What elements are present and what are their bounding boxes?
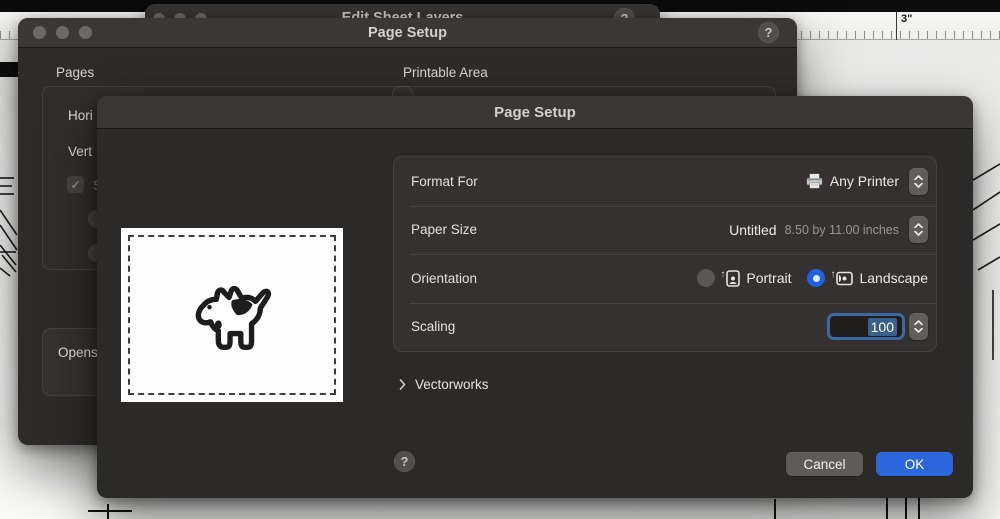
- ruler-3inch-line: [896, 12, 897, 40]
- canvas-drawing-lines-bottom: [0, 495, 1000, 519]
- paper-size-row: Paper Size Untitled 8.50 by 11.00 inches: [394, 206, 936, 255]
- format-for-value: Any Printer: [830, 173, 899, 189]
- cancel-button[interactable]: Cancel: [786, 452, 863, 476]
- format-for-dropdown[interactable]: Any Printer: [805, 168, 928, 195]
- landscape-radio-selected[interactable]: [807, 269, 825, 287]
- dialog-title: Page Setup: [368, 25, 447, 41]
- page-setup-dialog: Page Setup Format For Any Printer: [97, 96, 973, 498]
- portrait-radio-option[interactable]: ↑ Portrait: [697, 269, 791, 288]
- title-bar: Page Setup: [97, 96, 973, 129]
- vertical-label-fragment: Vert: [68, 144, 92, 159]
- page-preview: [121, 228, 343, 402]
- printer-icon: [805, 172, 824, 190]
- landscape-label: Landscape: [859, 270, 928, 286]
- portrait-label: Portrait: [746, 270, 791, 286]
- portrait-radio[interactable]: [697, 269, 715, 287]
- disclosure-chevron-icon: [399, 379, 406, 390]
- paper-size-dropdown[interactable]: Untitled 8.50 by 11.00 inches: [729, 216, 928, 243]
- checkmark-icon: ✓: [70, 178, 80, 192]
- help-icon[interactable]: ?: [758, 22, 779, 43]
- scaling-row: Scaling 100: [394, 303, 936, 352]
- up-arrow-glyph: ↑: [720, 269, 725, 280]
- zoom-button[interactable]: [79, 26, 92, 39]
- stepper-chevrons-icon[interactable]: [909, 168, 928, 195]
- landscape-radio-option[interactable]: ↑ Landscape: [807, 269, 928, 288]
- horizontal-label-fragment: Hori: [68, 108, 93, 123]
- landscape-page-icon: [836, 270, 853, 287]
- help-icon[interactable]: ?: [394, 451, 415, 472]
- ruler-3inch-label: 3": [901, 13, 912, 25]
- paper-size-value: Untitled: [729, 222, 776, 238]
- format-for-label: Format For: [411, 174, 478, 189]
- scaling-input[interactable]: 100: [827, 313, 905, 340]
- title-bar: Page Setup: [18, 18, 797, 48]
- orientation-row: Orientation ↑ Portrait ↑: [394, 254, 936, 303]
- portrait-page-icon: [726, 270, 740, 287]
- vectorworks-disclosure[interactable]: Vectorworks: [399, 377, 489, 392]
- window-controls: [33, 26, 92, 39]
- paper-size-label: Paper Size: [411, 222, 477, 237]
- minimize-button[interactable]: [56, 26, 69, 39]
- dog-preview-icon: [183, 272, 281, 358]
- scaling-label: Scaling: [411, 319, 455, 334]
- checkbox-checked[interactable]: ✓: [67, 176, 84, 193]
- ok-button[interactable]: OK: [876, 452, 953, 476]
- close-button[interactable]: [33, 26, 46, 39]
- printable-area-section-label: Printable Area: [403, 65, 488, 80]
- stepper-chevrons-icon[interactable]: [909, 313, 928, 340]
- stepper-chevrons-icon[interactable]: [909, 216, 928, 243]
- orientation-label: Orientation: [411, 271, 477, 286]
- dialog-title: Page Setup: [494, 104, 576, 121]
- pages-section-label: Pages: [56, 65, 94, 80]
- settings-panel: Format For Any Printer Paper Size: [393, 156, 937, 352]
- scaling-value-selected: 100: [868, 318, 897, 336]
- format-for-row: Format For Any Printer: [394, 157, 936, 206]
- paper-size-dimensions: 8.50 by 11.00 inches: [785, 223, 899, 237]
- up-arrow-glyph: ↑: [830, 269, 835, 280]
- disclosure-label: Vectorworks: [415, 377, 489, 392]
- canvas-drawing-lines-right: [973, 100, 1000, 400]
- canvas-drawing-lines-left: [0, 40, 18, 519]
